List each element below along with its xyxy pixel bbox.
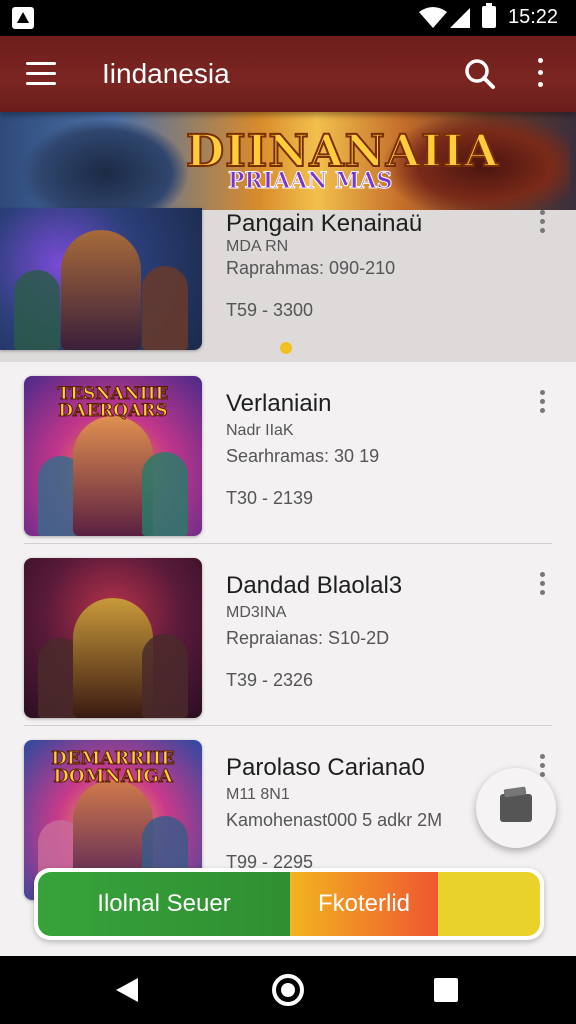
more-vert-icon[interactable] [534,58,546,92]
game-price: T30 - 2139 [226,488,314,508]
search-icon[interactable] [464,58,496,90]
menu-icon[interactable] [26,62,56,86]
game-subtitle: MD3INA [226,604,287,621]
game-details: Searhramas: 30 19 [226,446,380,466]
wifi-icon [419,7,447,28]
game-subtitle: Nadr IIaK [226,422,294,439]
game-price: T59 - 3300 [226,300,314,320]
app-bar: Iindanesia [0,36,576,112]
thumbnail-title: TESNANIIE DAERQARS [57,384,169,421]
item-more-icon[interactable] [538,390,546,416]
game-title: Pangain Kenainaü [226,210,423,237]
thumbnail-title: DEMARRIIE DOMNAIGA [51,748,176,787]
list-item[interactable]: Dandad Blaolal3 MD3INA Repraianas: S10-2… [0,544,576,726]
back-icon[interactable] [116,978,138,1002]
game-title: Dandad Blaolal3 [226,572,403,599]
list-item[interactable]: TESNANIIE DAERQARS Verlaniain Nadr IIaK … [0,362,576,544]
game-details: Kamohenast000 5 adkr 2M [226,810,443,830]
status-bar: 15:22 [0,0,576,36]
game-thumbnail: TESNANIIE DAERQARS [24,376,202,536]
game-title: Parolaso Cariana0 [226,754,425,781]
wallet-icon [500,794,532,822]
recents-icon[interactable] [434,978,458,1002]
banner-hero-left [20,118,190,210]
cta-right-button[interactable]: Fkoterlid [290,872,438,936]
wallet-fab[interactable] [476,768,556,848]
app-title: Iindanesia [102,58,230,89]
signal-icon [450,8,470,28]
item-more-icon[interactable] [538,572,546,598]
cta-left-button[interactable]: Ilolnal Seuer [38,872,290,936]
system-nav-bar [0,956,576,1024]
game-thumbnail [0,208,202,350]
page-indicator-dot [280,342,292,354]
game-subtitle: M11 8N1 [226,786,290,803]
banner-logo-subtitle: PRIAAN MAS [227,168,393,195]
status-time: 15:22 [508,6,559,28]
promo-banner[interactable]: DIINANAIIA PRIAAN MAS [0,112,576,210]
cta-right-segment[interactable]: Fkoterlid [290,872,540,936]
game-subtitle: MDA RN [226,238,289,255]
game-price: T39 - 2326 [226,670,314,690]
game-thumbnail [24,558,202,718]
game-title: Verlaniain [226,390,332,417]
battery-icon [482,3,496,28]
list-item[interactable]: Pangain Kenainaü MDA RN Raprahmas: 090-2… [0,208,576,362]
notification-icon [12,7,34,29]
home-icon[interactable] [272,974,304,1006]
game-details: Repraianas: S10-2D [226,628,390,648]
cta-bar: Ilolnal Seuer Fkoterlid [34,868,544,940]
item-more-icon[interactable] [538,210,546,236]
game-details: Raprahmas: 090-210 [226,258,396,278]
